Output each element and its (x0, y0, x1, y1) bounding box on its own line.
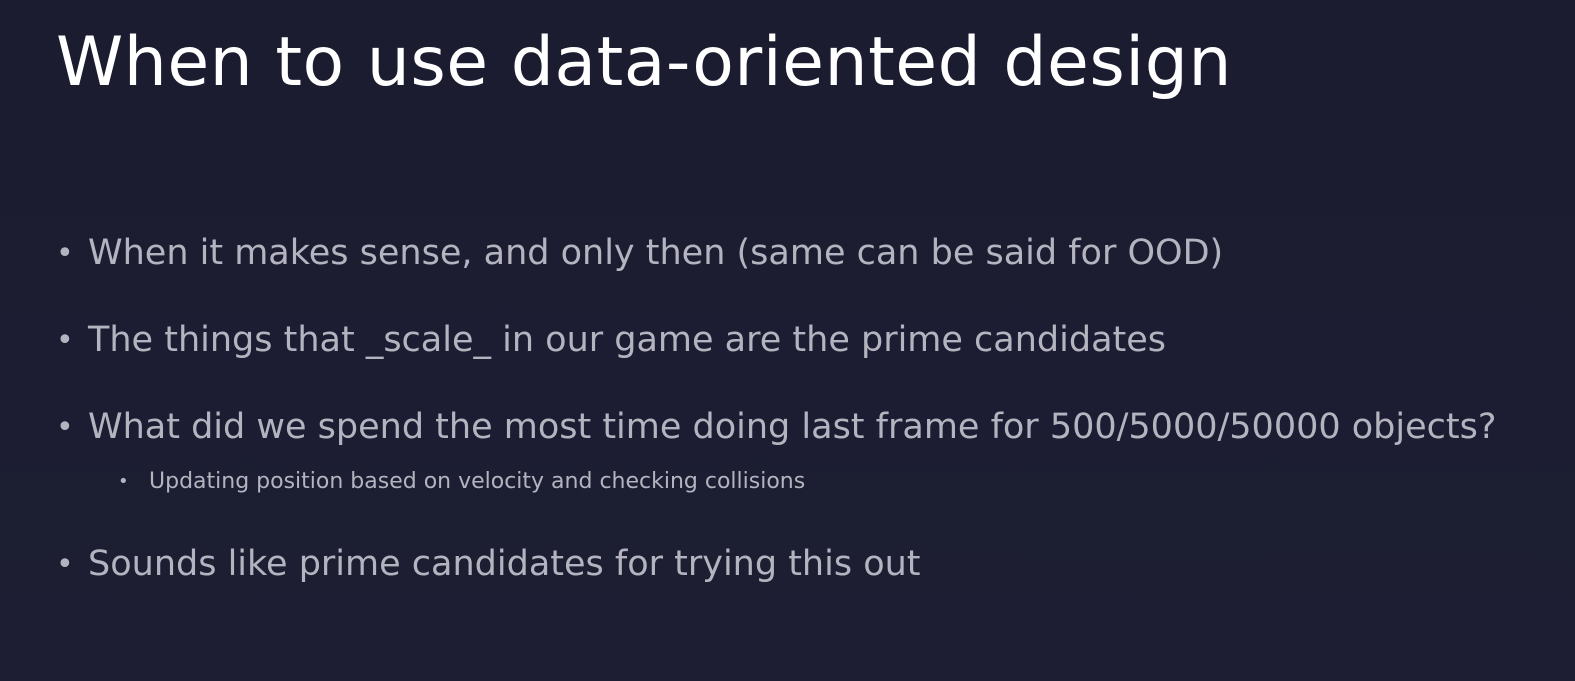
sub-bullet-item: • Updating position based on velocity an… (54, 467, 1524, 497)
sub-bullet-text: Updating position based on velocity and … (149, 469, 806, 494)
sub-bullet-dot-icon: • (118, 471, 129, 492)
bullet-text: What did we spend the most time doing la… (88, 407, 1497, 447)
bullet-dot-icon: • (56, 410, 74, 445)
bullet-dot-icon: • (56, 323, 74, 358)
bullet-item: • What did we spend the most time doing … (54, 400, 1524, 455)
bullet-text: Sounds like prime candidates for trying … (88, 544, 921, 584)
bullet-text: When it makes sense, and only then (same… (88, 233, 1224, 273)
bullet-item: • When it makes sense, and only then (sa… (54, 226, 1524, 281)
bullet-dot-icon: • (56, 547, 74, 582)
bullet-dot-icon: • (56, 236, 74, 271)
bullet-item: • Sounds like prime candidates for tryin… (54, 537, 1524, 592)
bullet-item: • The things that _scale_ in our game ar… (54, 313, 1524, 368)
bullet-list: • When it makes sense, and only then (sa… (54, 226, 1524, 624)
bullet-text: The things that _scale_ in our game are … (88, 320, 1167, 360)
slide: When to use data-oriented design • When … (0, 0, 1575, 681)
slide-title: When to use data-oriented design (56, 23, 1232, 102)
